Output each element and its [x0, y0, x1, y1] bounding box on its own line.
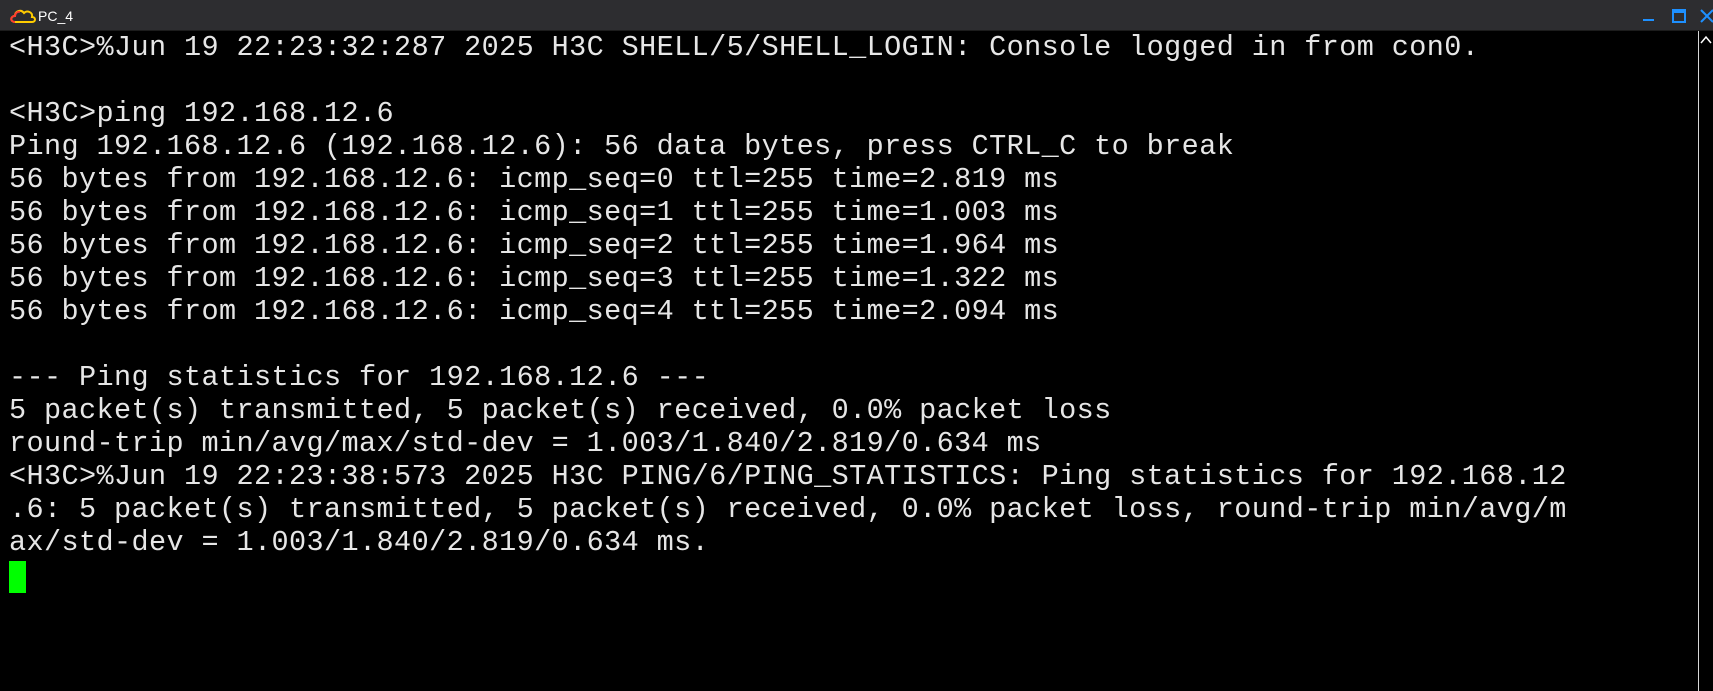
vertical-scrollbar[interactable]	[1698, 31, 1713, 691]
terminal-lines: <H3C>%Jun 19 22:23:32:287 2025 H3C SHELL…	[9, 31, 1567, 559]
terminal-line: ax/std-dev = 1.003/1.840/2.819/0.634 ms.	[9, 526, 710, 559]
terminal-line: 56 bytes from 192.168.12.6: icmp_seq=1 t…	[9, 196, 1060, 229]
terminal-line: <H3C>%Jun 19 22:23:38:573 2025 H3C PING/…	[9, 460, 1567, 493]
terminal-cursor	[9, 561, 26, 593]
maximize-icon	[1667, 5, 1691, 27]
maximize-button[interactable]	[1667, 5, 1691, 27]
terminal-line: 5 packet(s) transmitted, 5 packet(s) rec…	[9, 394, 1112, 427]
terminal-line: 56 bytes from 192.168.12.6: icmp_seq=3 t…	[9, 262, 1060, 295]
terminal-line: <H3C>ping 192.168.12.6	[9, 97, 395, 130]
terminal-line: 56 bytes from 192.168.12.6: icmp_seq=0 t…	[9, 163, 1060, 196]
terminal-line: round-trip min/avg/max/std-dev = 1.003/1…	[9, 427, 1042, 460]
terminal-window: PC_4 <H3C>%Jun 19 22:23:32:287 2025 H3C …	[0, 0, 1713, 691]
close-icon	[1696, 5, 1713, 27]
scroll-up-icon[interactable]	[1700, 33, 1712, 51]
minimize-button[interactable]	[1637, 5, 1661, 27]
title-bar[interactable]: PC_4	[0, 0, 1713, 31]
terminal-line: 56 bytes from 192.168.12.6: icmp_seq=4 t…	[9, 295, 1060, 328]
terminal-line: Ping 192.168.12.6 (192.168.12.6): 56 dat…	[9, 130, 1235, 163]
cloud-icon	[9, 7, 37, 25]
terminal-line: --- Ping statistics for 192.168.12.6 ---	[9, 361, 710, 394]
terminal-output[interactable]: <H3C>%Jun 19 22:23:32:287 2025 H3C SHELL…	[0, 31, 1698, 691]
minimize-icon	[1637, 5, 1661, 27]
terminal-line: .6: 5 packet(s) transmitted, 5 packet(s)…	[9, 493, 1567, 526]
terminal-line: <H3C>%Jun 19 22:23:32:287 2025 H3C SHELL…	[9, 31, 1480, 64]
window-title: PC_4	[38, 8, 74, 24]
terminal-line: 56 bytes from 192.168.12.6: icmp_seq=2 t…	[9, 229, 1060, 262]
close-button[interactable]	[1696, 5, 1713, 27]
